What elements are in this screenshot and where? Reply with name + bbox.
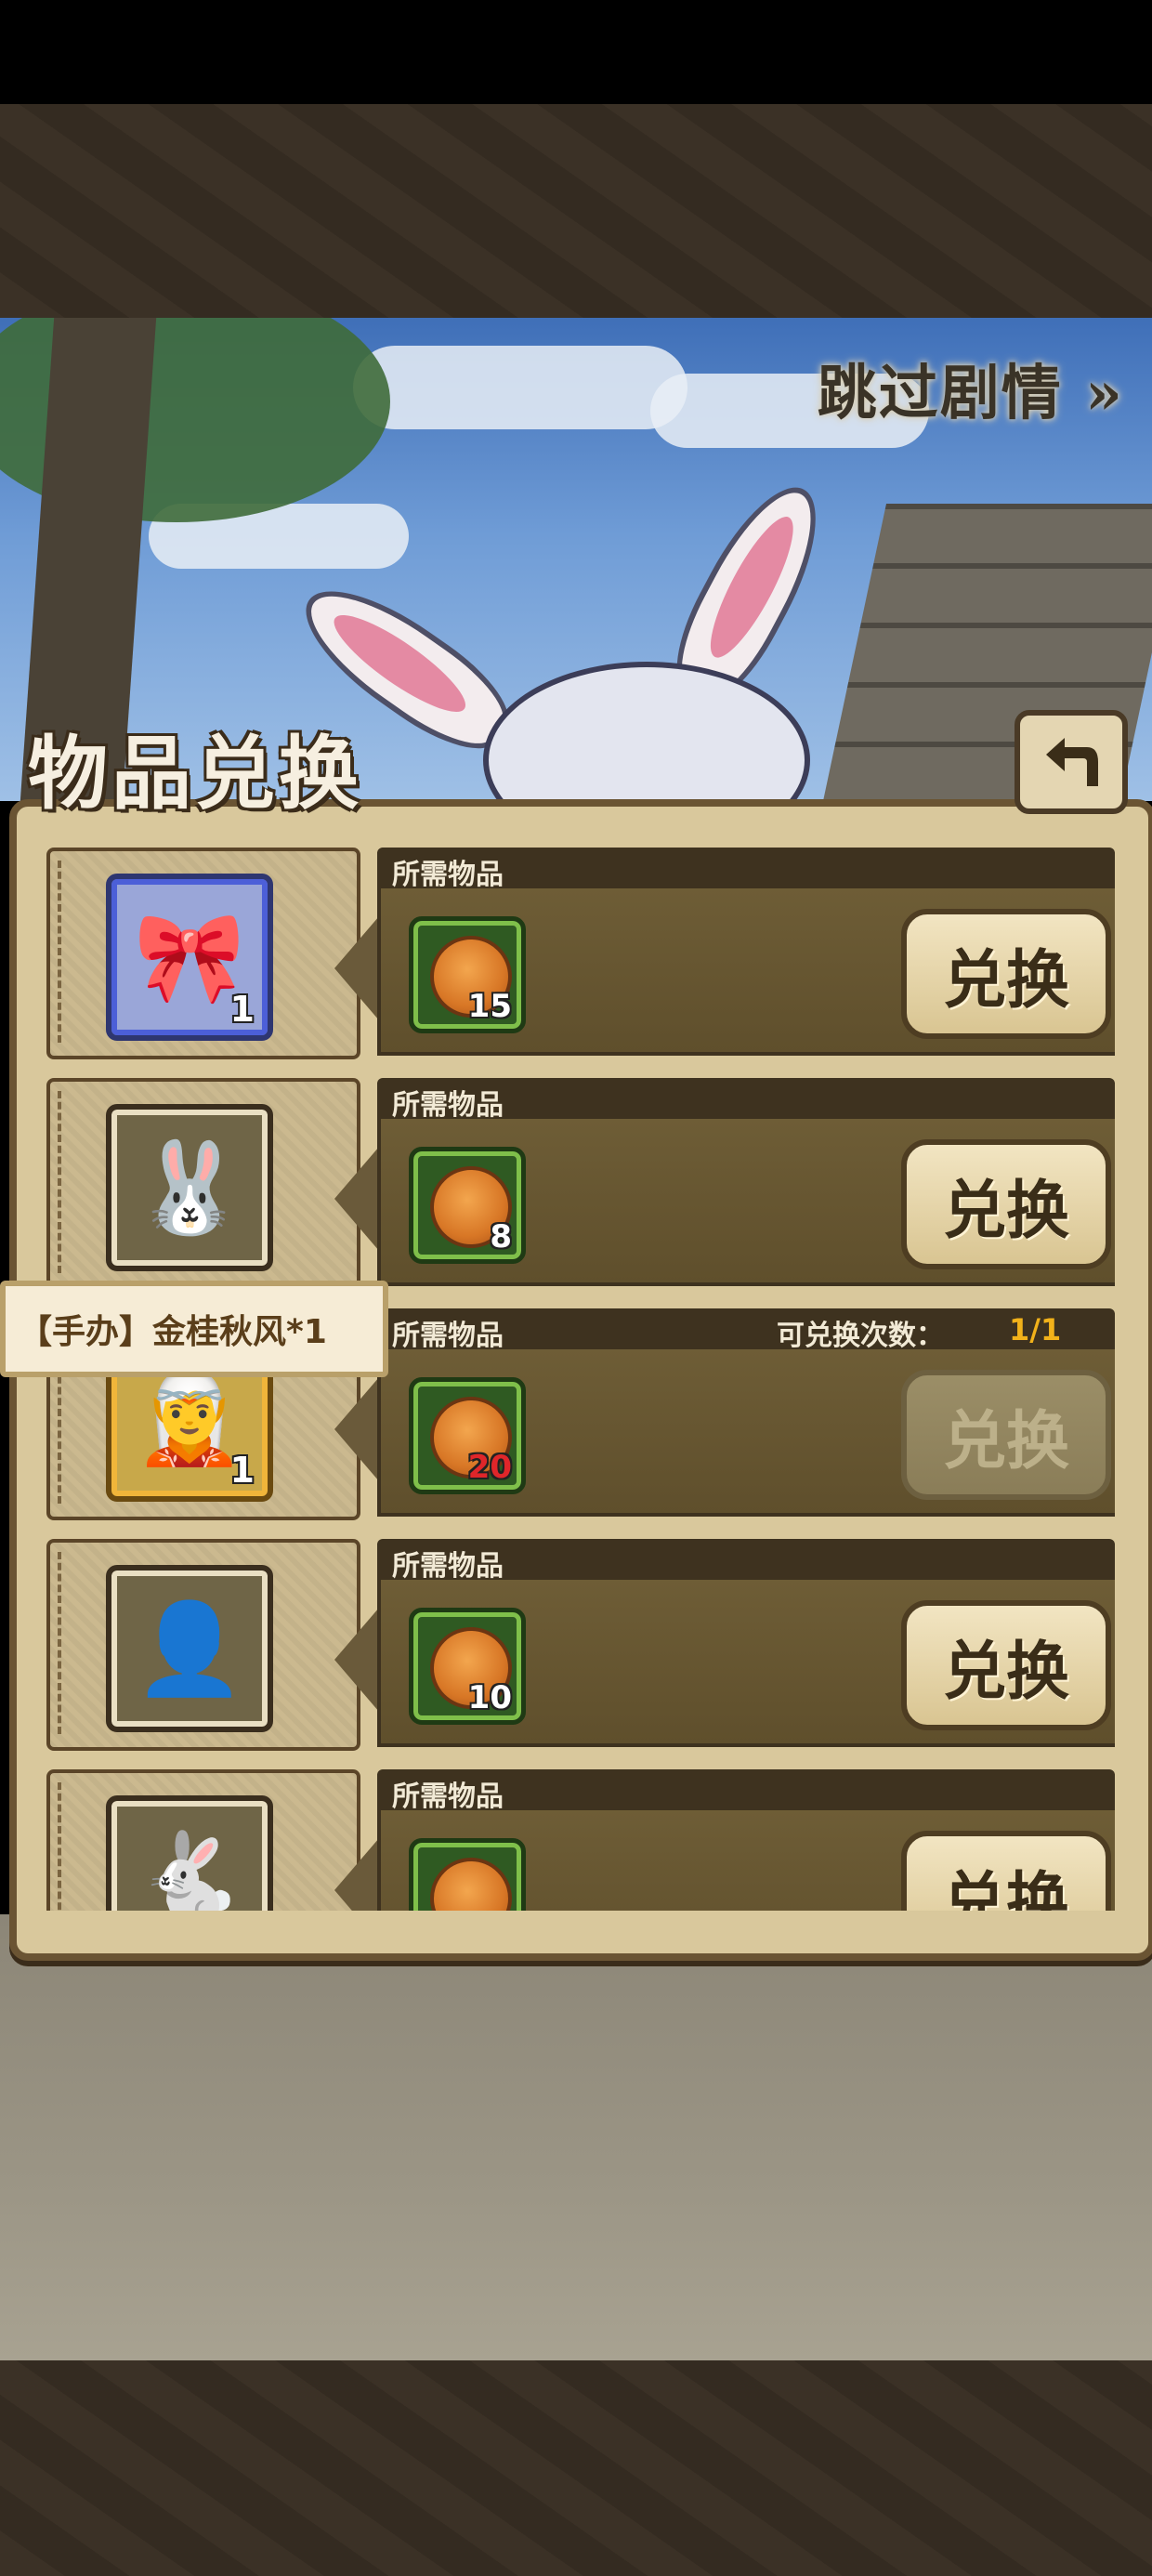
mooncake-icon [430,1858,512,1911]
exchange-button[interactable]: 兑换 [901,909,1111,1039]
reward-count: 1 [229,989,255,1030]
reward-slot: 🎀 1 [46,848,360,1059]
slot-divider [58,861,67,1043]
background-texture-bottom [0,2360,1152,2576]
requirement-body: 15 兑换 [377,888,1115,1056]
panel-title: 物品兑换 [28,727,362,821]
cost-amount: 8 [490,1218,512,1255]
exchange-row: 🎀 1 所需物品 15 兑换 [37,848,1115,1061]
return-arrow-icon [1046,738,1098,786]
cost-item[interactable]: 8 [409,1147,526,1264]
skip-story-label: 跳过剧情 [817,359,1063,428]
requirement-body: 20 兑换 [377,1349,1115,1517]
exchange-limit-value: 1/1 [1009,1312,1062,1347]
slot-divider [58,1552,67,1734]
reward-slot: 👤 [46,1539,360,1751]
cloud [353,346,687,429]
exchange-button[interactable]: 兑换 [901,1139,1111,1269]
reward-slot: 🐇 [46,1769,360,1911]
character-head [483,662,810,801]
reward-item[interactable]: 🎀 1 [106,874,273,1041]
requirement-header: 所需物品 [377,848,1115,891]
cost-amount: 15 [467,988,512,1025]
background-texture-lower [0,1914,1152,2360]
rabbit-ear-item-icon: 🐇 [134,1826,245,1912]
requirement-label: 所需物品 [392,1550,504,1583]
requirement-body: 10 兑换 [377,1580,1115,1747]
exchange-list[interactable]: 🎀 1 所需物品 15 兑换 🐰 所需物品 8 兑换 🧝 1 所需物品 可兑换次… [37,848,1115,1911]
back-button[interactable] [1015,710,1128,814]
exchange-limit-label: 可兑换次数： [777,1320,944,1352]
requirement-label: 所需物品 [392,1320,504,1352]
reward-item[interactable]: 🐇 [106,1795,273,1911]
double-chevron-icon: » [1085,359,1124,428]
requirement-label: 所需物品 [392,859,504,891]
cost-item[interactable]: 10 [409,1608,526,1725]
requirement-label: 所需物品 [392,1781,504,1813]
cost-item[interactable]: 15 [409,916,526,1033]
reward-item[interactable]: 🐰 [106,1104,273,1271]
reward-slot: 🐰 [46,1078,360,1290]
item-tooltip: 【手办】金桂秋风*1 [0,1281,388,1377]
requirement-header: 所需物品 可兑换次数： 1/1 [377,1308,1115,1352]
exchange-button[interactable]: 兑换 [901,1370,1111,1500]
reward-item[interactable]: 👤 [106,1565,273,1732]
bunny-ears-headband-icon: 🐰 [134,1135,245,1240]
requirement-label: 所需物品 [392,1089,504,1122]
cost-amount: 20 [467,1449,512,1486]
cost-item[interactable] [409,1838,526,1911]
cost-item[interactable]: 20 [409,1377,526,1494]
background-texture-top [0,104,1152,318]
small-character-icon: 👤 [134,1596,245,1701]
exchange-row: 👤 所需物品 10 兑换 [37,1539,1115,1753]
skip-story-button[interactable]: 跳过剧情 » [818,346,1124,431]
exchange-button[interactable]: 兑换 [901,1831,1111,1911]
exchange-row: 🐇 所需物品 兑换 [37,1769,1115,1911]
top-black-bar [0,0,1152,104]
exchange-button[interactable]: 兑换 [901,1600,1111,1730]
requirement-body: 8 兑换 [377,1119,1115,1286]
requirement-body: 兑换 [377,1810,1115,1911]
requirement-header: 所需物品 [377,1078,1115,1122]
reward-count: 1 [229,1450,255,1491]
cost-amount: 10 [467,1679,512,1716]
requirement-header: 所需物品 [377,1539,1115,1583]
slot-divider [58,1782,67,1911]
requirement-header: 所需物品 [377,1769,1115,1813]
slot-divider [58,1091,67,1273]
exchange-panel: 🎀 1 所需物品 15 兑换 🐰 所需物品 8 兑换 🧝 1 所需物品 可兑换次… [9,799,1152,1961]
exchange-row: 🐰 所需物品 8 兑换 [37,1078,1115,1292]
